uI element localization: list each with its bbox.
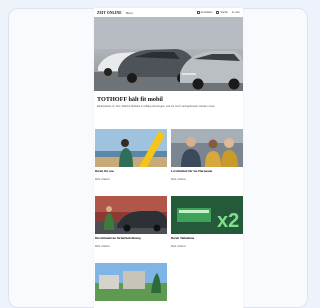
lead-headline: TOTHOFF hält fit mobil — [97, 96, 163, 103]
search-link[interactable]: Suche — [216, 11, 228, 14]
teaser-meta: Mehr erfahren — [95, 177, 111, 181]
teaser-tile[interactable]: x2 Bereit Teilnahme Mehr erfahren — [171, 196, 243, 258]
search-label: Suche — [220, 11, 228, 14]
site-header: ZEIT ONLINE Menü Anmelden Suche Z+ Abo — [94, 8, 243, 17]
teaser-title: Bereit für uns — [95, 169, 114, 173]
svg-text:x2: x2 — [217, 210, 239, 232]
hero-image[interactable] — [94, 17, 243, 91]
account-label: Anmelden — [200, 11, 213, 14]
menu-link[interactable]: Menü — [126, 11, 133, 15]
teaser-grid: Bereit für uns Mehr erfahren Lernfreihei… — [94, 129, 243, 301]
teaser-title: Lernfreiheit für Sie Harmonie — [171, 169, 213, 173]
lead-article[interactable]: TOTHOFF hält fit mobil Elektroautos im T… — [94, 91, 243, 129]
teaser-image — [95, 129, 167, 167]
teaser-image — [95, 196, 167, 234]
account-link[interactable]: Anmelden — [196, 11, 213, 14]
teaser-tile[interactable]: Lernfreiheit für Sie Harmonie Mehr erfah… — [171, 129, 243, 191]
teaser-title: Bereit Teilnahme — [171, 236, 195, 240]
teaser-image — [171, 129, 243, 167]
teaser-meta: Mehr erfahren — [171, 177, 187, 181]
user-icon — [196, 11, 200, 14]
teaser-meta: Mehr erfahren — [95, 244, 111, 248]
lead-subline: Elektroautos im Test: Welche Modelle im … — [97, 105, 216, 108]
teaser-image: x2 — [171, 196, 243, 234]
site-logo[interactable]: ZEIT ONLINE — [97, 11, 122, 15]
search-icon — [216, 11, 220, 14]
teaser-image — [95, 263, 167, 301]
teaser-tile[interactable] — [95, 263, 167, 301]
teaser-tile[interactable]: Bereit für uns Mehr erfahren — [95, 129, 167, 191]
subscribe-button[interactable]: Z+ Abo — [232, 11, 240, 14]
teaser-tile[interactable]: Die ultimativen Sicherheitslösung Mehr e… — [95, 196, 167, 258]
teaser-title: Die ultimativen Sicherheitslösung — [95, 236, 141, 240]
page-preview: ZEIT ONLINE Menü Anmelden Suche Z+ Abo T… — [94, 8, 243, 308]
teaser-meta: Mehr erfahren — [171, 244, 187, 248]
